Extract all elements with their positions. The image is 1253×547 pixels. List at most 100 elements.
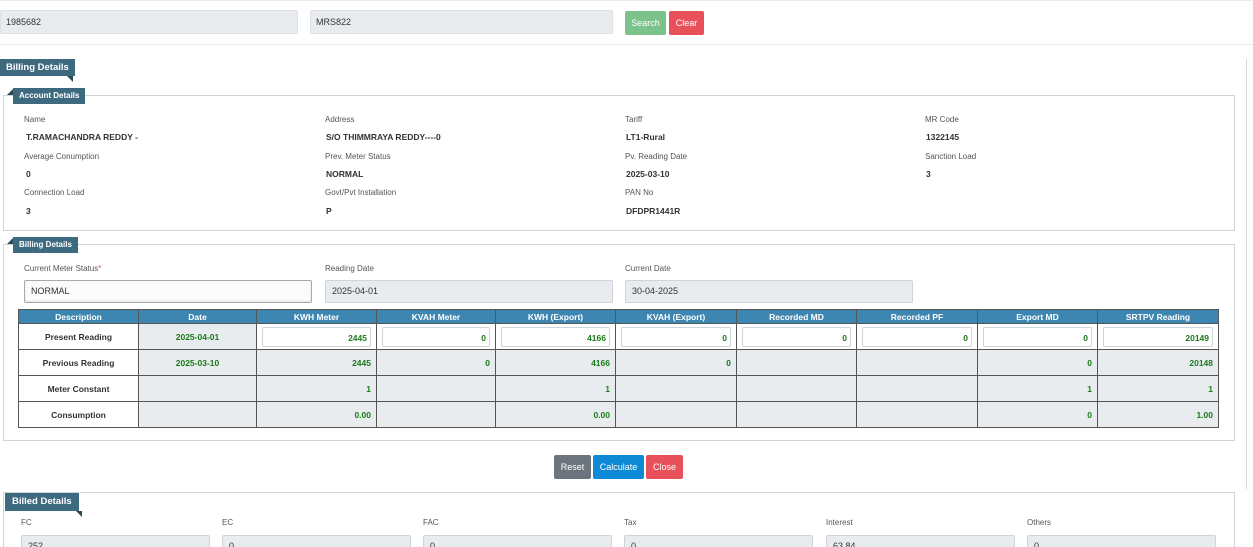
table-cell xyxy=(615,375,737,402)
table-cell: 0 xyxy=(977,401,1098,428)
tariff-value: LT1-Rural xyxy=(626,132,666,142)
table-cell: 2445 xyxy=(256,349,377,376)
row-label: Previous Reading xyxy=(18,349,139,376)
column-header: Export MD xyxy=(977,309,1098,324)
table-row: Consumption 0.00 0.00 0 1.00 xyxy=(18,401,1219,428)
reset-button[interactable]: Reset xyxy=(554,455,591,479)
column-header: KVAH (Export) xyxy=(615,309,737,324)
interest-label: Interest xyxy=(826,518,853,527)
sanction-load-label: Sanction Load xyxy=(925,152,977,161)
others-input: 0 xyxy=(1027,535,1216,547)
billing-details-subheading: Billing Details xyxy=(13,237,78,253)
connection-load-value: 3 xyxy=(26,206,31,216)
table-cell xyxy=(376,375,496,402)
column-header: KWH Meter xyxy=(256,309,377,324)
table-header-row: Description Date KWH Meter KVAH Meter KW… xyxy=(18,309,1219,324)
table-cell xyxy=(856,401,978,428)
tax-input: 0 xyxy=(624,535,813,547)
table-cell-input[interactable]: 0 xyxy=(856,323,978,350)
fac-label: FAC xyxy=(423,518,439,527)
clear-button[interactable]: Clear xyxy=(669,11,704,35)
ec-input: 0 xyxy=(222,535,411,547)
table-cell xyxy=(856,375,978,402)
table-row: Meter Constant 1 1 1 1 xyxy=(18,375,1219,402)
current-date-input: 30-04-2025 xyxy=(625,280,913,303)
column-header: Recorded MD xyxy=(736,309,857,324)
column-header: Description xyxy=(18,309,139,324)
table-cell: 0 xyxy=(615,349,737,376)
address-value: S/O THIMMRAYA REDDY----0 xyxy=(326,132,441,142)
search-button[interactable]: Search xyxy=(625,11,666,35)
table-cell xyxy=(376,401,496,428)
installation-type-label: Govt/Pvt Installation xyxy=(325,188,397,197)
name-value: T.RAMACHANDRA REDDY - xyxy=(26,132,138,142)
table-cell xyxy=(736,401,857,428)
prev-meter-status-value: NORMAL xyxy=(326,169,364,179)
account-id-input[interactable]: 1985682 xyxy=(0,10,298,34)
table-cell xyxy=(138,401,257,428)
ribbon-notch xyxy=(7,89,13,95)
required-marker: * xyxy=(98,264,102,273)
meter-reading-table: Description Date KWH Meter KVAH Meter KW… xyxy=(18,309,1219,428)
column-header: KVAH Meter xyxy=(376,309,496,324)
account-details-heading: Account Details xyxy=(13,88,86,104)
address-label: Address xyxy=(325,115,355,124)
reading-date-input[interactable]: 2025-04-01 xyxy=(325,280,613,303)
connection-load-label: Connection Load xyxy=(24,188,85,197)
row-label: Consumption xyxy=(18,401,139,428)
table-cell: 0 xyxy=(376,349,496,376)
table-cell: 0 xyxy=(977,349,1098,376)
ribbon-notch xyxy=(76,511,82,517)
close-button[interactable]: Close xyxy=(646,455,683,479)
meter-status-select[interactable]: NORMAL xyxy=(24,280,312,303)
table-cell xyxy=(736,375,857,402)
column-header: Date xyxy=(138,309,257,324)
pan-no-value: DFDPR1441R xyxy=(626,206,681,216)
table-cell-input[interactable]: 0 xyxy=(977,323,1098,350)
ribbon-notch xyxy=(7,238,13,244)
account-details-section xyxy=(3,95,1235,231)
prev-reading-date-value: 2025-03-10 xyxy=(626,169,670,179)
ribbon-notch xyxy=(67,76,73,82)
table-cell xyxy=(138,375,257,402)
row-label: Present Reading xyxy=(18,323,139,350)
table-cell: 4166 xyxy=(495,349,616,376)
billed-details-heading: Billed Details xyxy=(5,493,79,511)
table-cell-input[interactable]: 2445 xyxy=(256,323,377,350)
mr-code-value: 1322145 xyxy=(926,132,960,142)
table-cell: 2025-04-01 xyxy=(138,323,257,350)
table-cell: 1.00 xyxy=(1097,401,1219,428)
table-cell xyxy=(856,349,978,376)
meter-status-label: Current Meter Status* xyxy=(24,264,102,273)
row-label: Meter Constant xyxy=(18,375,139,402)
mr-code-input[interactable]: MRS822 xyxy=(310,10,613,34)
table-cell-input[interactable]: 20149 xyxy=(1097,323,1219,350)
prev-meter-status-label: Prev. Meter Status xyxy=(325,152,391,161)
table-cell-input[interactable]: 0 xyxy=(376,323,496,350)
fac-input: 0 xyxy=(423,535,612,547)
name-label: Name xyxy=(24,115,46,124)
table-cell: 1 xyxy=(977,375,1098,402)
avg-consumption-value: 0 xyxy=(26,169,31,179)
tariff-label: Tariff xyxy=(625,115,643,124)
installation-type-value: P xyxy=(326,206,332,216)
table-cell: 1 xyxy=(1097,375,1219,402)
table-cell xyxy=(615,401,737,428)
table-cell: 1 xyxy=(495,375,616,402)
table-cell-input[interactable]: 4166 xyxy=(495,323,616,350)
table-cell-input[interactable]: 0 xyxy=(736,323,857,350)
calculate-button[interactable]: Calculate xyxy=(593,455,644,479)
current-date-label: Current Date xyxy=(625,264,671,273)
others-label: Others xyxy=(1027,518,1052,527)
table-cell: 1 xyxy=(256,375,377,402)
reading-date-label: Reading Date xyxy=(325,264,374,273)
table-cell: 0.00 xyxy=(256,401,377,428)
table-row: Present Reading 2025-04-01 2445 0 4166 0… xyxy=(18,323,1219,350)
column-header: Recorded PF xyxy=(856,309,978,324)
table-cell xyxy=(736,349,857,376)
table-cell-input[interactable]: 0 xyxy=(615,323,737,350)
prev-reading-date-label: Pv. Reading Date xyxy=(625,152,688,161)
sanction-load-value: 3 xyxy=(926,169,931,179)
fc-input: 252 xyxy=(21,535,210,547)
column-header: KWH (Export) xyxy=(495,309,616,324)
